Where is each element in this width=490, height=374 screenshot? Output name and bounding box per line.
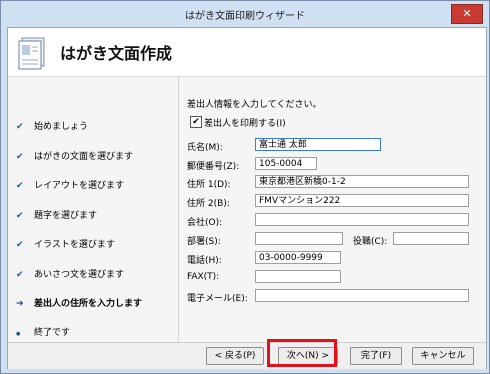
title-bar: はがき文面印刷ウィザード ✕ bbox=[1, 1, 489, 27]
print-sender-label: 差出人を印刷する(I) bbox=[204, 119, 286, 129]
instruction-text: 差出人情報を入力してください。 bbox=[187, 100, 322, 110]
address1-field[interactable]: 東京都港区新橋0-1-2 bbox=[255, 175, 469, 188]
address2-label: 住所 2(B): bbox=[187, 199, 230, 209]
email-field[interactable] bbox=[255, 289, 469, 302]
step-label: あいさつ文を選びます bbox=[34, 270, 125, 280]
step-select-design: ✔ はがきの文面を選びます bbox=[16, 149, 176, 165]
step-illustration: ✔ イラストを選びます bbox=[16, 237, 176, 253]
department-label: 部署(S): bbox=[187, 237, 221, 247]
address1-label: 住所 1(D): bbox=[187, 180, 231, 190]
step-label: 差出人の住所を入力します bbox=[34, 299, 143, 309]
step-greeting: ✔ あいさつ文を選びます bbox=[16, 267, 176, 283]
finish-button[interactable]: 完了(F) bbox=[350, 347, 402, 365]
next-button-highlight bbox=[267, 339, 337, 367]
wizard-content: はがき文面作成 ✔ 始めましょう ✔ はがきの文面を選びます ✔ レイアウトを選びます… bbox=[7, 27, 487, 369]
step-layout: ✔ レイアウトを選びます bbox=[16, 178, 176, 194]
name-field[interactable]: 富士通 太郎 bbox=[255, 138, 381, 151]
company-label: 会社(O): bbox=[187, 218, 223, 228]
fax-label: FAX(T): bbox=[187, 272, 220, 282]
check-icon: ✔ bbox=[16, 152, 24, 162]
cancel-button[interactable]: キャンセル bbox=[412, 347, 474, 365]
position-field[interactable] bbox=[393, 232, 469, 245]
step-label: 始めましょう bbox=[34, 122, 89, 132]
step-title: ✔ 題字を選びます bbox=[16, 208, 176, 224]
print-sender-checkbox[interactable]: ✔ bbox=[190, 116, 202, 128]
step-label: イラストを選びます bbox=[34, 240, 115, 250]
arrow-right-icon: ➔ bbox=[16, 299, 24, 309]
phone-field[interactable]: 03-0000-9999 bbox=[255, 251, 341, 264]
wizard-header: はがき文面作成 bbox=[8, 28, 486, 77]
check-icon: ✔ bbox=[16, 211, 24, 221]
check-icon: ✔ bbox=[16, 270, 24, 280]
postal-label: 郵便番号(Z): bbox=[187, 162, 240, 172]
name-label: 氏名(M): bbox=[187, 143, 223, 153]
step-label: 終了です bbox=[34, 328, 71, 338]
step-label: レイアウトを選びます bbox=[34, 181, 125, 191]
address2-field[interactable]: FMVマンション222 bbox=[255, 194, 469, 207]
wizard-window: はがき文面印刷ウィザード ✕ はがき文面作成 ✔ 始めましょう ✔ はがきの文面を選… bbox=[0, 0, 490, 374]
postal-field[interactable]: 105-0004 bbox=[255, 157, 317, 170]
sender-form: 差出人情報を入力してください。 ✔ 差出人を印刷する(I) 氏名(M): 富士通… bbox=[179, 77, 486, 341]
step-sender-address: ➔ 差出人の住所を入力します bbox=[16, 296, 176, 312]
email-label: 電子メール(E): bbox=[187, 294, 248, 304]
steps-panel: ✔ 始めましょう ✔ はがきの文面を選びます ✔ レイアウトを選びます ✔ 題字を選びま… bbox=[8, 77, 179, 368]
wizard-footer: < 戻る(P) 次へ(N) > 完了(F) キャンセル bbox=[8, 342, 486, 369]
step-start: ✔ 始めましょう bbox=[16, 119, 176, 135]
bullet-icon: ● bbox=[16, 331, 21, 337]
step-label: はがきの文面を選びます bbox=[34, 152, 134, 162]
step-finish: ● 終了です bbox=[16, 325, 176, 341]
phone-label: 電話(H): bbox=[187, 256, 222, 266]
back-button[interactable]: < 戻る(P) bbox=[206, 347, 264, 365]
check-icon: ✔ bbox=[16, 122, 24, 132]
position-label: 役職(C): bbox=[353, 237, 388, 247]
postcard-icon bbox=[18, 37, 45, 70]
company-field[interactable] bbox=[255, 213, 469, 226]
page-title: はがき文面作成 bbox=[60, 44, 173, 63]
check-icon: ✔ bbox=[16, 181, 24, 191]
window-title: はがき文面印刷ウィザード bbox=[185, 11, 305, 22]
check-icon: ✔ bbox=[16, 240, 24, 250]
department-field[interactable] bbox=[255, 232, 343, 245]
close-button[interactable]: ✕ bbox=[451, 4, 483, 24]
step-label: 題字を選びます bbox=[34, 211, 98, 221]
fax-field[interactable] bbox=[255, 270, 341, 283]
